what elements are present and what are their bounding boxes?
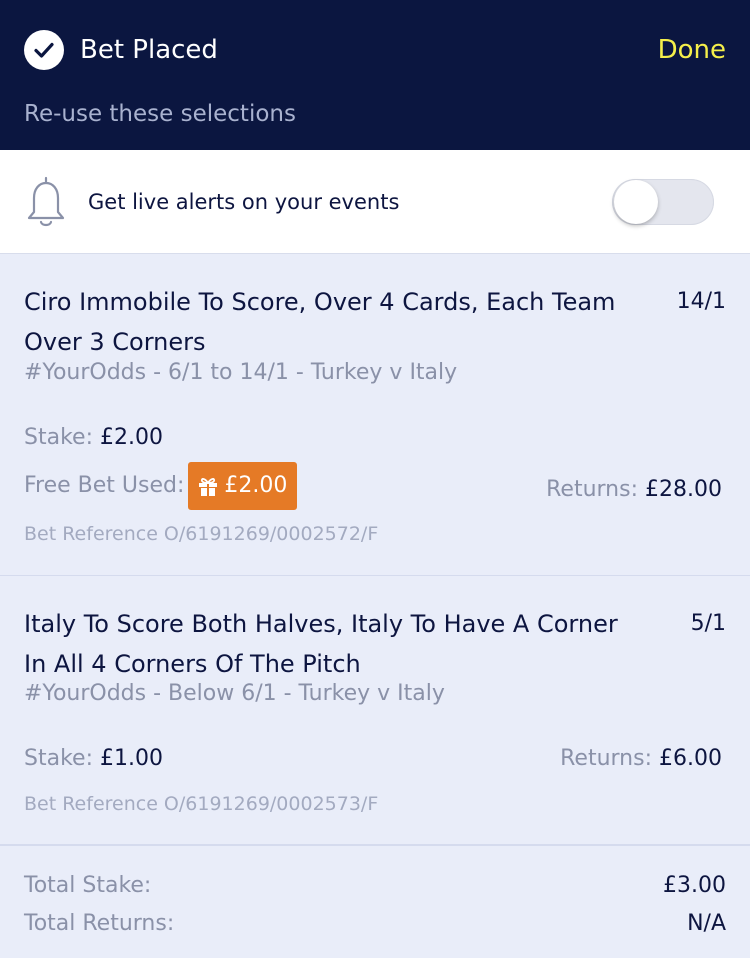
selection-title: Ciro Immobile To Score, Over 4 Cards, Ea… bbox=[24, 288, 616, 356]
gift-icon bbox=[199, 478, 218, 496]
stake-label: Stake: bbox=[24, 746, 93, 771]
bet-card: Italy To Score Both Halves, Italy To Hav… bbox=[0, 576, 750, 846]
stake-row: Stake: £2.00 bbox=[24, 422, 163, 454]
returns-row: Returns: £28.00 bbox=[546, 474, 722, 506]
bet-card: Ciro Immobile To Score, Over 4 Cards, Ea… bbox=[0, 254, 750, 576]
bet-placed-header: Bet Placed Done Re-use these selections bbox=[0, 0, 750, 150]
stake-label: Stake: bbox=[24, 425, 93, 450]
stake-value: £1.00 bbox=[99, 746, 163, 771]
total-stake-value: £3.00 bbox=[663, 873, 726, 898]
free-bet-label: Free Bet Used: bbox=[24, 473, 185, 498]
toggle-knob[interactable] bbox=[614, 180, 658, 224]
total-returns-value: N/A bbox=[687, 911, 726, 936]
done-button[interactable]: Done bbox=[658, 33, 726, 67]
returns-label: Returns: bbox=[560, 746, 653, 771]
total-returns-label: Total Returns: bbox=[24, 911, 175, 936]
free-bet-badge: £2.00 bbox=[188, 462, 298, 510]
free-bet-value: £2.00 bbox=[224, 473, 288, 498]
bet-reference: Bet Reference O/6191269/0002572/F bbox=[24, 523, 379, 545]
bet-odds: 14/1 bbox=[676, 289, 726, 314]
returns-value: £6.00 bbox=[659, 746, 722, 771]
stake-value: £2.00 bbox=[99, 425, 163, 450]
market-label: #YourOdds - 6/1 to 14/1 - Turkey v Italy bbox=[24, 360, 458, 385]
live-alerts-label: Get live alerts on your events bbox=[88, 190, 400, 214]
bet-reference: Bet Reference O/6191269/0002573/F bbox=[24, 793, 379, 815]
check-circle-icon bbox=[24, 30, 64, 70]
bet-odds: 5/1 bbox=[690, 611, 726, 636]
stake-row: Stake: £1.00 bbox=[24, 743, 163, 775]
returns-value: £28.00 bbox=[645, 477, 722, 502]
reuse-selections-link[interactable]: Re-use these selections bbox=[24, 98, 296, 130]
bell-icon bbox=[27, 176, 65, 227]
total-stake-label: Total Stake: bbox=[24, 873, 152, 898]
bet-totals: Total Stake: £3.00 Total Returns: N/A bbox=[0, 848, 750, 958]
market-label: #YourOdds - Below 6/1 - Turkey v Italy bbox=[24, 681, 445, 706]
returns-row: Returns: £6.00 bbox=[560, 743, 722, 775]
free-bet-row: Free Bet Used: £2.00 bbox=[24, 462, 298, 510]
selection-title: Italy To Score Both Halves, Italy To Hav… bbox=[24, 610, 618, 678]
returns-label: Returns: bbox=[546, 477, 639, 502]
page-title: Bet Placed bbox=[80, 35, 218, 65]
